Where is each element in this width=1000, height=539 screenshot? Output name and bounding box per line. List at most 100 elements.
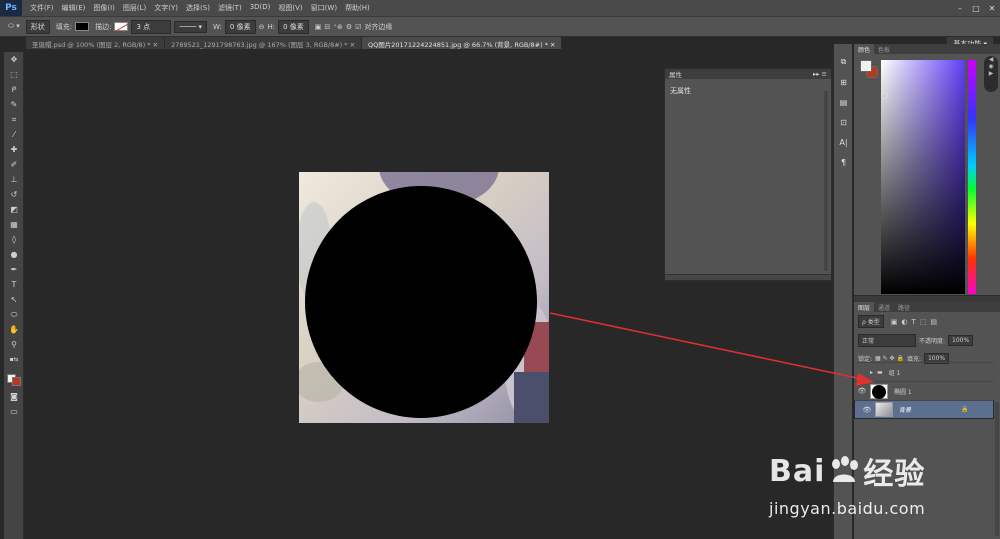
filter-smart-icon[interactable]: ▤ <box>930 318 937 326</box>
tool-mode-select[interactable]: 形状 <box>25 19 50 34</box>
tab-color[interactable]: 颜色 <box>854 44 875 54</box>
gear-icon[interactable]: ⚙ <box>346 23 352 31</box>
marquee-tool-icon[interactable]: ⬚ <box>4 67 24 82</box>
eye-icon[interactable]: 👁 <box>859 406 875 414</box>
properties-resize-handle[interactable] <box>665 274 831 280</box>
properties-panel-icon[interactable]: ▤ <box>834 92 853 112</box>
path-arrangement-icon[interactable]: ⁺⊛ <box>333 23 343 31</box>
right-dock: 颜色 色板 ◀ ◉ ▶ 图层 通道 路径 ρ 类型 ▣ ◐ T ⬚ ▤ 正常 不… <box>854 44 1000 539</box>
document-tabs: 圣诞帽.psd @ 100% (图层 2, RGB/8) * ✕ 2789521… <box>26 37 563 49</box>
path-operations-icon[interactable]: ▣ <box>315 23 322 31</box>
menu-type[interactable]: 文字(Y) <box>154 3 178 13</box>
width-input[interactable]: 0 像素 <box>224 19 256 34</box>
stroke-size-input[interactable]: 3 点 <box>131 19 172 34</box>
menu-window[interactable]: 窗口(W) <box>311 3 337 13</box>
menu-3d[interactable]: 3D(D) <box>250 3 271 13</box>
blend-mode-select[interactable]: 正常 <box>858 334 916 347</box>
filter-shape-icon[interactable]: ⬚ <box>920 318 927 326</box>
crop-tool-icon[interactable]: ⌗ <box>4 112 24 127</box>
hand-tool-icon[interactable]: ✋ <box>4 322 24 337</box>
menu-select[interactable]: 选择(S) <box>186 3 210 13</box>
history-brush-tool-icon[interactable]: ↺ <box>4 187 24 202</box>
zoom-tool-icon[interactable]: ⚲ <box>4 337 24 352</box>
menu-filter[interactable]: 滤镜(T) <box>218 3 242 13</box>
pen-tool-icon[interactable]: ✒ <box>4 262 24 277</box>
menu-help[interactable]: 帮助(H) <box>345 3 370 13</box>
blur-tool-icon[interactable]: ◊ <box>4 232 24 247</box>
adjustments-panel-icon[interactable]: ⊞ <box>834 72 853 92</box>
lock-icon: 🔒 <box>961 406 969 413</box>
character-panel-icon[interactable]: A| <box>834 132 853 152</box>
document-canvas[interactable] <box>299 172 549 423</box>
eye-icon[interactable]: 👁 <box>854 387 870 395</box>
stroke-swatch[interactable] <box>114 22 129 31</box>
color-picker-ring[interactable] <box>881 92 888 99</box>
link-icon[interactable]: ⊖ <box>259 23 265 31</box>
history-panel-icon[interactable]: ⧉ <box>834 52 853 72</box>
panel-collapse-icon[interactable]: ▸▸ ≡ <box>813 70 827 78</box>
filter-type-icon[interactable]: T <box>911 318 915 326</box>
paragraph-panel-icon[interactable]: ¶ <box>834 152 853 172</box>
move-tool-icon[interactable]: ✥ <box>4 52 24 67</box>
color-picker-field[interactable] <box>881 60 965 294</box>
filter-adjust-icon[interactable]: ◐ <box>901 318 907 326</box>
minimize-icon[interactable]: – <box>952 0 968 16</box>
ellipse-tool-preset-icon[interactable]: ⬭ ▾ <box>8 22 20 31</box>
tab-channels[interactable]: 通道 <box>874 303 894 312</box>
tab-label: QQ图片20171224224851.jpg @ 66.7% (背景, RGB/… <box>368 41 548 49</box>
tab-paths[interactable]: 路径 <box>894 303 914 312</box>
opacity-input[interactable]: 100% <box>948 335 974 346</box>
default-colors-icon[interactable]: ▪⇆ <box>4 352 24 367</box>
tab-doc-2[interactable]: 2789521_1291798763.jpg @ 167% (图层 3, RGB… <box>165 37 363 49</box>
align-edges-label: 对齐边缘 <box>364 22 393 31</box>
tab-swatches[interactable]: 色板 <box>874 45 894 54</box>
layer-background[interactable]: 👁 背景 🔒 <box>854 400 994 419</box>
lock-icons[interactable]: ▦ ✎ ✥ 🔒 <box>875 355 904 362</box>
fill-swatch[interactable] <box>75 22 90 31</box>
gradient-tool-icon[interactable]: ▦ <box>4 217 24 232</box>
quick-mask-icon[interactable]: ◙ <box>4 389 24 404</box>
panel-nav-control[interactable]: ◀ ◉ ▶ <box>984 56 998 92</box>
tab-layers[interactable]: 图层 <box>854 302 875 312</box>
stroke-type-select[interactable]: ──── ▾ <box>174 20 208 33</box>
eyedropper-tool-icon[interactable]: ⁄ <box>4 127 24 142</box>
fg-bg-color-icon[interactable] <box>4 367 24 389</box>
align-edges-checkbox[interactable]: ☑ <box>355 23 361 31</box>
properties-scrollbar[interactable] <box>824 91 828 271</box>
expand-arrow-icon[interactable]: ▸ <box>870 369 873 376</box>
layers-scrollbar[interactable] <box>995 402 999 536</box>
menu-file[interactable]: 文件(F) <box>30 3 54 13</box>
menu-edit[interactable]: 编辑(E) <box>62 3 86 13</box>
info-panel-icon[interactable]: ⊡ <box>834 112 853 132</box>
hue-slider[interactable] <box>968 60 976 294</box>
clone-stamp-tool-icon[interactable]: ⊥ <box>4 172 24 187</box>
tab-label: 2789521_1291798763.jpg @ 167% (图层 3, RGB… <box>171 41 348 49</box>
lasso-tool-icon[interactable]: ᑭ <box>4 82 24 97</box>
fg-bg-swatches[interactable] <box>860 60 878 78</box>
quick-select-tool-icon[interactable]: ✎ <box>4 97 24 112</box>
menu-layer[interactable]: 图层(L) <box>123 3 146 13</box>
type-tool-icon[interactable]: T <box>4 277 24 292</box>
screen-mode-icon[interactable]: ▭ <box>4 404 24 419</box>
path-select-tool-icon[interactable]: ↖ <box>4 292 24 307</box>
layer-group-1[interactable]: ▸ ▬ 组 1 <box>854 362 994 381</box>
properties-header[interactable]: 属性 ▸▸ ≡ <box>665 69 831 79</box>
path-alignment-icon[interactable]: ⊟ <box>324 23 330 31</box>
ellipse-tool-icon[interactable]: ⬭ <box>4 307 24 322</box>
height-input[interactable]: 0 像素 <box>278 19 309 34</box>
menu-view[interactable]: 视图(V) <box>278 3 302 13</box>
ellipse-shape[interactable] <box>305 186 537 418</box>
tab-doc-1[interactable]: 圣诞帽.psd @ 100% (图层 2, RGB/8) * ✕ <box>26 37 166 49</box>
tab-doc-3[interactable]: QQ图片20171224224851.jpg @ 66.7% (背景, RGB/… <box>362 37 563 49</box>
layer-kind-filter[interactable]: ρ 类型 <box>858 315 884 328</box>
close-icon[interactable]: ✕ <box>984 0 1000 16</box>
dodge-tool-icon[interactable]: ● <box>4 247 24 262</box>
foreground-color-swatch[interactable] <box>860 60 872 72</box>
menu-image[interactable]: 图像(I) <box>93 3 115 13</box>
filter-pixel-icon[interactable]: ▣ <box>891 318 898 326</box>
maximize-icon[interactable]: □ <box>968 0 984 16</box>
brush-tool-icon[interactable]: ✐ <box>4 157 24 172</box>
layer-ellipse-1[interactable]: 👁 椭圆 1 <box>854 381 994 400</box>
healing-brush-tool-icon[interactable]: ✚ <box>4 142 24 157</box>
eraser-tool-icon[interactable]: ◩ <box>4 202 24 217</box>
